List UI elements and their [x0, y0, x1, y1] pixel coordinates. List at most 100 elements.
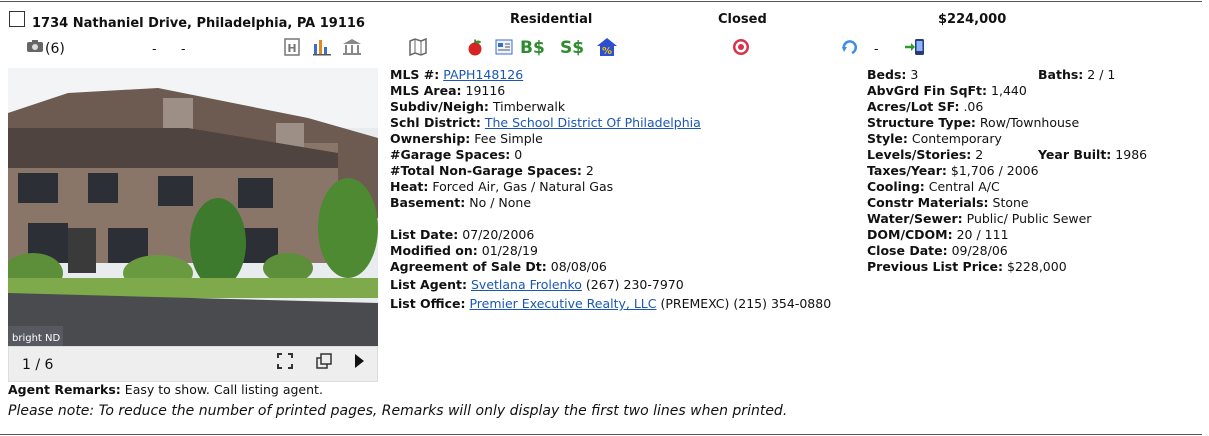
- dash-2: -: [181, 41, 186, 56]
- basement-value: No / None: [469, 195, 532, 210]
- print-note: Please note: To reduce the number of pri…: [8, 403, 788, 419]
- cooling-value: Central A/C: [928, 179, 1000, 194]
- bank-icon[interactable]: [342, 38, 362, 61]
- heat-value: Forced Air, Gas / Natural Gas: [432, 179, 614, 194]
- non-garage-row: #Total Non-Garage Spaces: 2: [390, 163, 594, 179]
- select-listing-checkbox[interactable]: [9, 11, 25, 27]
- agent-remarks: Agent Remarks: Easy to show. Call listin…: [8, 382, 323, 398]
- sqft-row: AbvGrd Fin SqFt: 1,440: [867, 83, 1027, 99]
- garage-label: #Garage Spaces:: [390, 147, 511, 162]
- water-value: Public/ Public Sewer: [966, 211, 1092, 226]
- heat-label: Heat:: [390, 179, 429, 194]
- agent-remarks-label: Agent Remarks:: [8, 382, 121, 397]
- sqft-value: 1,440: [991, 83, 1027, 98]
- mls-label: MLS #:: [390, 67, 440, 82]
- agreement-value: 08/08/06: [550, 259, 607, 274]
- constr-label: Constr Materials:: [867, 195, 989, 210]
- agent-remarks-value: Easy to show. Call listing agent.: [124, 382, 323, 397]
- subdiv-label: Subdiv/Neigh:: [390, 99, 489, 114]
- list-agent-phone: (267) 230-7970: [585, 277, 684, 292]
- school-district-link[interactable]: The School District Of Philadelphia: [485, 115, 701, 130]
- listing-photo[interactable]: bright ND: [8, 68, 378, 346]
- heat-row: Heat: Forced Air, Gas / Natural Gas: [390, 179, 613, 195]
- photo-count[interactable]: (6): [45, 41, 65, 57]
- list-office-label: List Office:: [390, 296, 466, 311]
- listing-status: Closed: [718, 12, 767, 27]
- basement-label: Basement:: [390, 195, 466, 210]
- fullscreen-icon[interactable]: [275, 353, 295, 374]
- dash-3: -: [874, 41, 879, 56]
- list-office-link[interactable]: Premier Executive Realty, LLC: [469, 296, 656, 311]
- sqft-label: AbvGrd Fin SqFt:: [867, 83, 988, 98]
- listing-address: 1734 Nathaniel Drive, Philadelphia, PA 1…: [32, 16, 365, 31]
- percent-house-icon[interactable]: %: [596, 37, 618, 62]
- list-agent-link[interactable]: Svetlana Frolenko: [471, 277, 582, 292]
- refresh-arrow-icon[interactable]: [841, 38, 859, 61]
- mls-area-label: MLS Area:: [390, 83, 462, 98]
- year-built-value: 1986: [1115, 147, 1148, 162]
- agreement-label: Agreement of Sale Dt:: [390, 259, 547, 274]
- close-date-value: 09/28/06: [951, 243, 1008, 258]
- beds-label: Beds:: [867, 67, 907, 82]
- dom-row: DOM/CDOM: 20 / 111: [867, 227, 1009, 243]
- levels-value: 2: [975, 147, 984, 162]
- next-photo-icon[interactable]: [349, 353, 369, 374]
- style-value: Contemporary: [911, 131, 1002, 146]
- modified-row: Modified on: 01/28/19: [390, 243, 538, 259]
- close-date-label: Close Date:: [867, 243, 948, 258]
- basement-row: Basement: No / None: [390, 195, 531, 211]
- dash-1: -: [152, 41, 157, 56]
- close-date-row: Close Date: 09/28/06: [867, 243, 1008, 259]
- ownership-row: Ownership: Fee Simple: [390, 131, 543, 147]
- constr-row: Constr Materials: Stone: [867, 195, 1029, 211]
- document-icon[interactable]: [495, 38, 513, 61]
- cooling-label: Cooling:: [867, 179, 925, 194]
- dom-label: DOM/CDOM:: [867, 227, 953, 242]
- mobile-share-icon[interactable]: [904, 38, 926, 61]
- map-icon[interactable]: [408, 37, 428, 61]
- school-district-label: Schl District:: [390, 115, 481, 130]
- baths-value: 2 / 1: [1087, 67, 1116, 82]
- agreement-row: Agreement of Sale Dt: 08/08/06: [390, 259, 607, 275]
- top-divider: [0, 1, 1202, 2]
- mls-area-value: 19116: [465, 83, 506, 98]
- taxes-row: Taxes/Year: $1,706 / 2006: [867, 163, 1039, 179]
- acres-row: Acres/Lot SF: .06: [867, 99, 983, 115]
- svg-text:H: H: [287, 42, 296, 55]
- seller-dollar-icon[interactable]: S$: [560, 38, 584, 58]
- buyer-dollar-icon[interactable]: B$: [520, 38, 545, 58]
- target-icon[interactable]: [732, 38, 750, 61]
- apple-school-icon[interactable]: [466, 38, 484, 61]
- beds-value: 3: [910, 67, 919, 82]
- list-date-row: List Date: 07/20/2006: [390, 227, 534, 243]
- list-agent-row: List Agent: Svetlana Frolenko (267) 230-…: [390, 277, 684, 293]
- baths-label: Baths:: [1038, 67, 1084, 82]
- taxes-label: Taxes/Year:: [867, 163, 947, 178]
- prev-price-value: $228,000: [1007, 259, 1067, 274]
- popout-icon[interactable]: [314, 353, 334, 374]
- listing-price: $224,000: [938, 12, 1007, 27]
- prev-price-label: Previous List Price:: [867, 259, 1004, 274]
- structure-value: Row/Townhouse: [979, 115, 1080, 130]
- mls-number-link[interactable]: PAPH148126: [443, 67, 523, 82]
- bar-chart-icon[interactable]: [312, 38, 332, 61]
- acres-label: Acres/Lot SF:: [867, 99, 960, 114]
- non-garage-value: 2: [585, 163, 594, 178]
- photo-counter: 1 / 6: [22, 357, 54, 373]
- taxes-value: $1,706 / 2006: [950, 163, 1039, 178]
- year-built-label: Year Built:: [1038, 147, 1112, 162]
- bottom-divider: [0, 434, 1202, 435]
- listing-type: Residential: [510, 12, 593, 27]
- mls-number-row: MLS #: PAPH148126: [390, 67, 523, 83]
- school-district-row: Schl District: The School District Of Ph…: [390, 115, 701, 131]
- constr-value: Stone: [992, 195, 1029, 210]
- camera-icon[interactable]: [25, 38, 45, 58]
- ownership-label: Ownership:: [390, 131, 471, 146]
- ownership-value: Fee Simple: [474, 131, 543, 146]
- levels-row: Levels/Stories: 2: [867, 147, 983, 163]
- list-office-details: (PREMEXC) (215) 354-0880: [660, 296, 832, 311]
- svg-text:%: %: [602, 46, 612, 57]
- history-icon[interactable]: H: [283, 38, 301, 61]
- photo-controls: 1 / 6: [8, 346, 378, 382]
- style-row: Style: Contemporary: [867, 131, 1002, 147]
